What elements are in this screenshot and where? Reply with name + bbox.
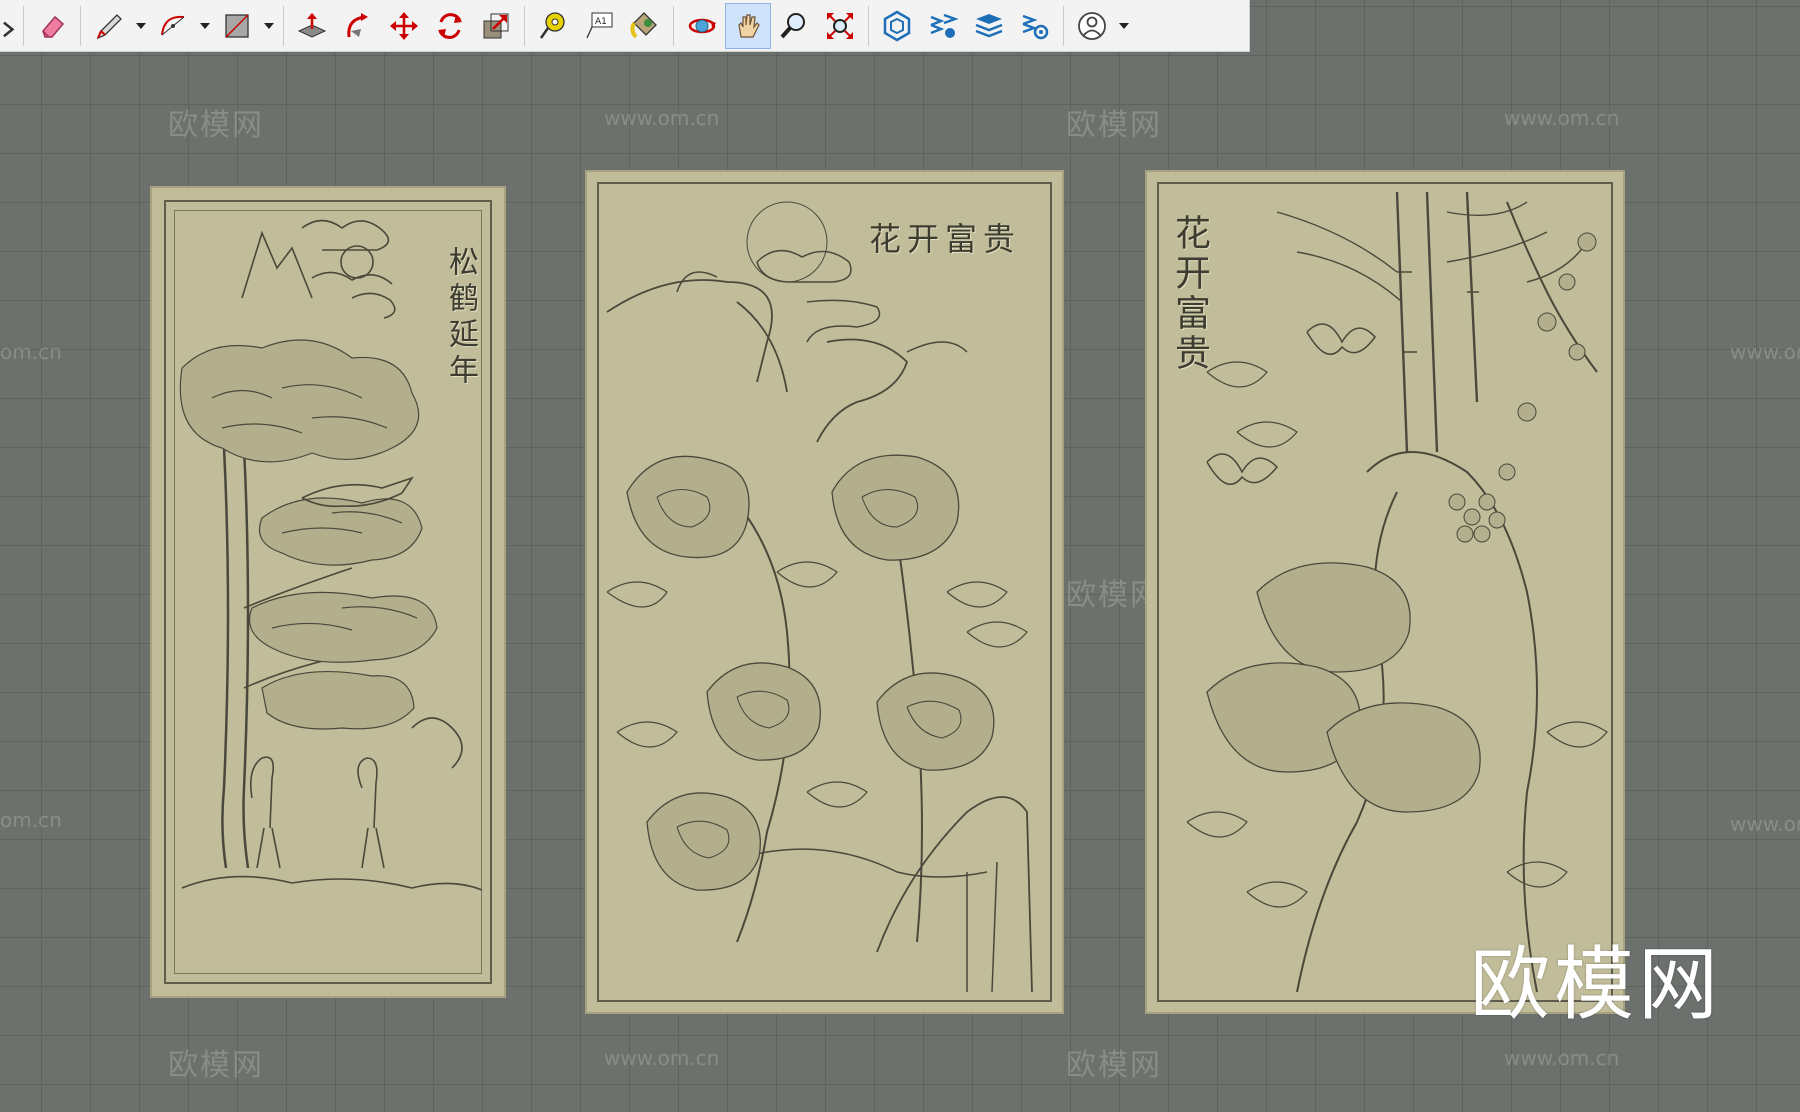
eraser-icon[interactable]	[29, 3, 75, 49]
chevron-down-icon[interactable]	[132, 3, 150, 49]
watermark-url: www.om.cn	[604, 106, 720, 130]
extension-manager-icon[interactable]	[1012, 3, 1058, 49]
text-icon[interactable]: A1	[576, 3, 622, 49]
arc-icon[interactable]	[150, 3, 196, 49]
warehouse-icon[interactable]	[874, 3, 920, 49]
carved-panel-peony[interactable]: 花开富贵	[587, 172, 1062, 1012]
peony-relief	[606, 201, 1033, 993]
toolbar-separator	[80, 5, 81, 46]
watermark-brand: 欧模网	[168, 1048, 264, 1083]
toolbar-separator	[868, 5, 869, 46]
zoom-icon[interactable]	[771, 3, 817, 49]
watermark-brand-large: 欧模网	[1470, 938, 1722, 1031]
rotate-icon[interactable]	[427, 3, 473, 49]
text-tool-label: A1	[595, 17, 607, 27]
inscription-right: 花开富贵	[1169, 214, 1210, 374]
chevron-down-icon[interactable]	[260, 3, 278, 49]
toolbar-separator	[524, 5, 525, 46]
rectangle-icon[interactable]	[214, 3, 260, 49]
push-pull-icon[interactable]	[289, 3, 335, 49]
watermark-brand: 欧模网	[168, 108, 264, 143]
watermark-url: www.om.cn	[1504, 106, 1620, 130]
watermark-url: om.cn	[0, 340, 62, 364]
watermark-url: www.om.cn	[1730, 340, 1800, 364]
watermark-url: www.om.cn	[1504, 1046, 1620, 1070]
pan-icon[interactable]	[725, 2, 771, 49]
bamboo-plum-relief	[1186, 191, 1608, 993]
move-icon[interactable]	[381, 3, 427, 49]
watermark-brand: 欧模网	[1066, 108, 1162, 143]
extension-warehouse-icon[interactable]	[920, 3, 966, 49]
toolbar-separator	[283, 5, 284, 46]
watermark-brand: 欧模网	[1066, 1048, 1162, 1083]
watermark-url: www.om.cn	[1730, 812, 1800, 836]
orbit-icon[interactable]	[679, 3, 725, 49]
tape-measure-icon[interactable]	[530, 3, 576, 49]
watermark-url: om.cn	[0, 808, 62, 832]
carved-panel-bamboo-plum[interactable]: 花开富贵	[1147, 172, 1623, 1012]
zoom-extents-icon[interactable]	[817, 3, 863, 49]
inscription-middle: 花开富贵	[869, 220, 1022, 258]
scale-icon[interactable]	[473, 3, 519, 49]
toolbar-overflow-icon[interactable]	[0, 3, 18, 49]
watermark-url: www.om.cn	[604, 1046, 720, 1070]
chevron-down-icon[interactable]	[1115, 3, 1133, 49]
paint-bucket-icon[interactable]	[622, 3, 668, 49]
pencil-icon[interactable]	[86, 3, 132, 49]
toolbar: A1	[0, 0, 1250, 52]
inscription-left: 松鹤延年	[443, 246, 478, 390]
toolbar-separator	[23, 5, 24, 46]
toolbar-separator	[1063, 5, 1064, 46]
follow-me-icon[interactable]	[335, 3, 381, 49]
carved-panel-pine-crane[interactable]: 松鹤延年	[152, 188, 504, 996]
layers-icon[interactable]	[966, 3, 1012, 49]
toolbar-separator	[673, 5, 674, 46]
chevron-down-icon[interactable]	[196, 3, 214, 49]
account-icon[interactable]	[1069, 3, 1115, 49]
